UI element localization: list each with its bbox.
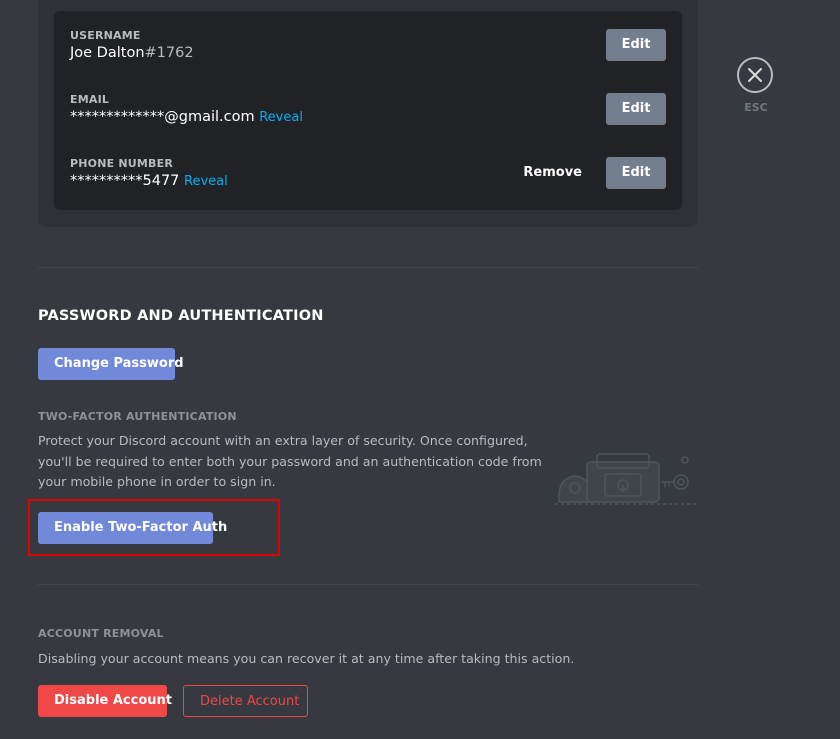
two-factor-description: Protect your Discord account with an ext… <box>38 433 542 489</box>
edit-username-button[interactable]: Edit <box>606 29 666 61</box>
account-card: USERNAME Joe Dalton#1762 Edit EMAIL ****… <box>38 0 698 227</box>
username-name: Joe Dalton <box>70 45 145 61</box>
account-info-panel: USERNAME Joe Dalton#1762 Edit EMAIL ****… <box>54 11 682 210</box>
disable-account-button[interactable]: Disable Account <box>38 685 172 717</box>
phone-masked: **********5477 <box>70 173 180 189</box>
username-row: USERNAME Joe Dalton#1762 Edit <box>70 29 666 79</box>
section-divider-2 <box>38 584 698 585</box>
section-divider <box>38 267 698 268</box>
remove-phone-button[interactable]: Remove <box>523 157 582 189</box>
delete-account-button[interactable]: Delete Account <box>183 685 308 717</box>
password-section-title: PASSWORD AND AUTHENTICATION <box>38 308 324 324</box>
esc-label: ESC <box>744 101 768 114</box>
account-removal-title: ACCOUNT REMOVAL <box>38 627 164 640</box>
close-icon <box>748 68 762 82</box>
email-row: EMAIL *************@gmail.com Reveal Edi… <box>70 93 666 143</box>
email-value: *************@gmail.com Reveal <box>70 109 303 125</box>
two-factor-title: TWO-FACTOR AUTHENTICATION <box>38 410 237 423</box>
email-reveal-link[interactable]: Reveal <box>259 110 303 125</box>
change-password-button[interactable]: Change Password <box>38 348 184 380</box>
phone-reveal-link[interactable]: Reveal <box>184 174 228 189</box>
close-button[interactable] <box>737 57 773 93</box>
username-discriminator: #1762 <box>144 45 194 61</box>
email-label: EMAIL <box>70 93 110 106</box>
enable-two-factor-button[interactable]: Enable Two-Factor Auth <box>38 512 227 544</box>
phone-row: PHONE NUMBER **********5477 Reveal Remov… <box>70 157 666 207</box>
email-masked: *************@gmail.com <box>70 109 255 125</box>
phone-value: **********5477 Reveal <box>70 173 228 189</box>
two-factor-illustration <box>555 453 699 505</box>
username-value: Joe Dalton#1762 <box>70 45 194 61</box>
phone-label: PHONE NUMBER <box>70 157 174 170</box>
edit-email-button[interactable]: Edit <box>606 93 666 125</box>
edit-phone-button[interactable]: Edit <box>606 157 666 189</box>
account-removal-description: Disabling your account means you can rec… <box>38 651 575 666</box>
close-settings[interactable]: ESC <box>737 57 775 114</box>
username-label: USERNAME <box>70 29 141 42</box>
